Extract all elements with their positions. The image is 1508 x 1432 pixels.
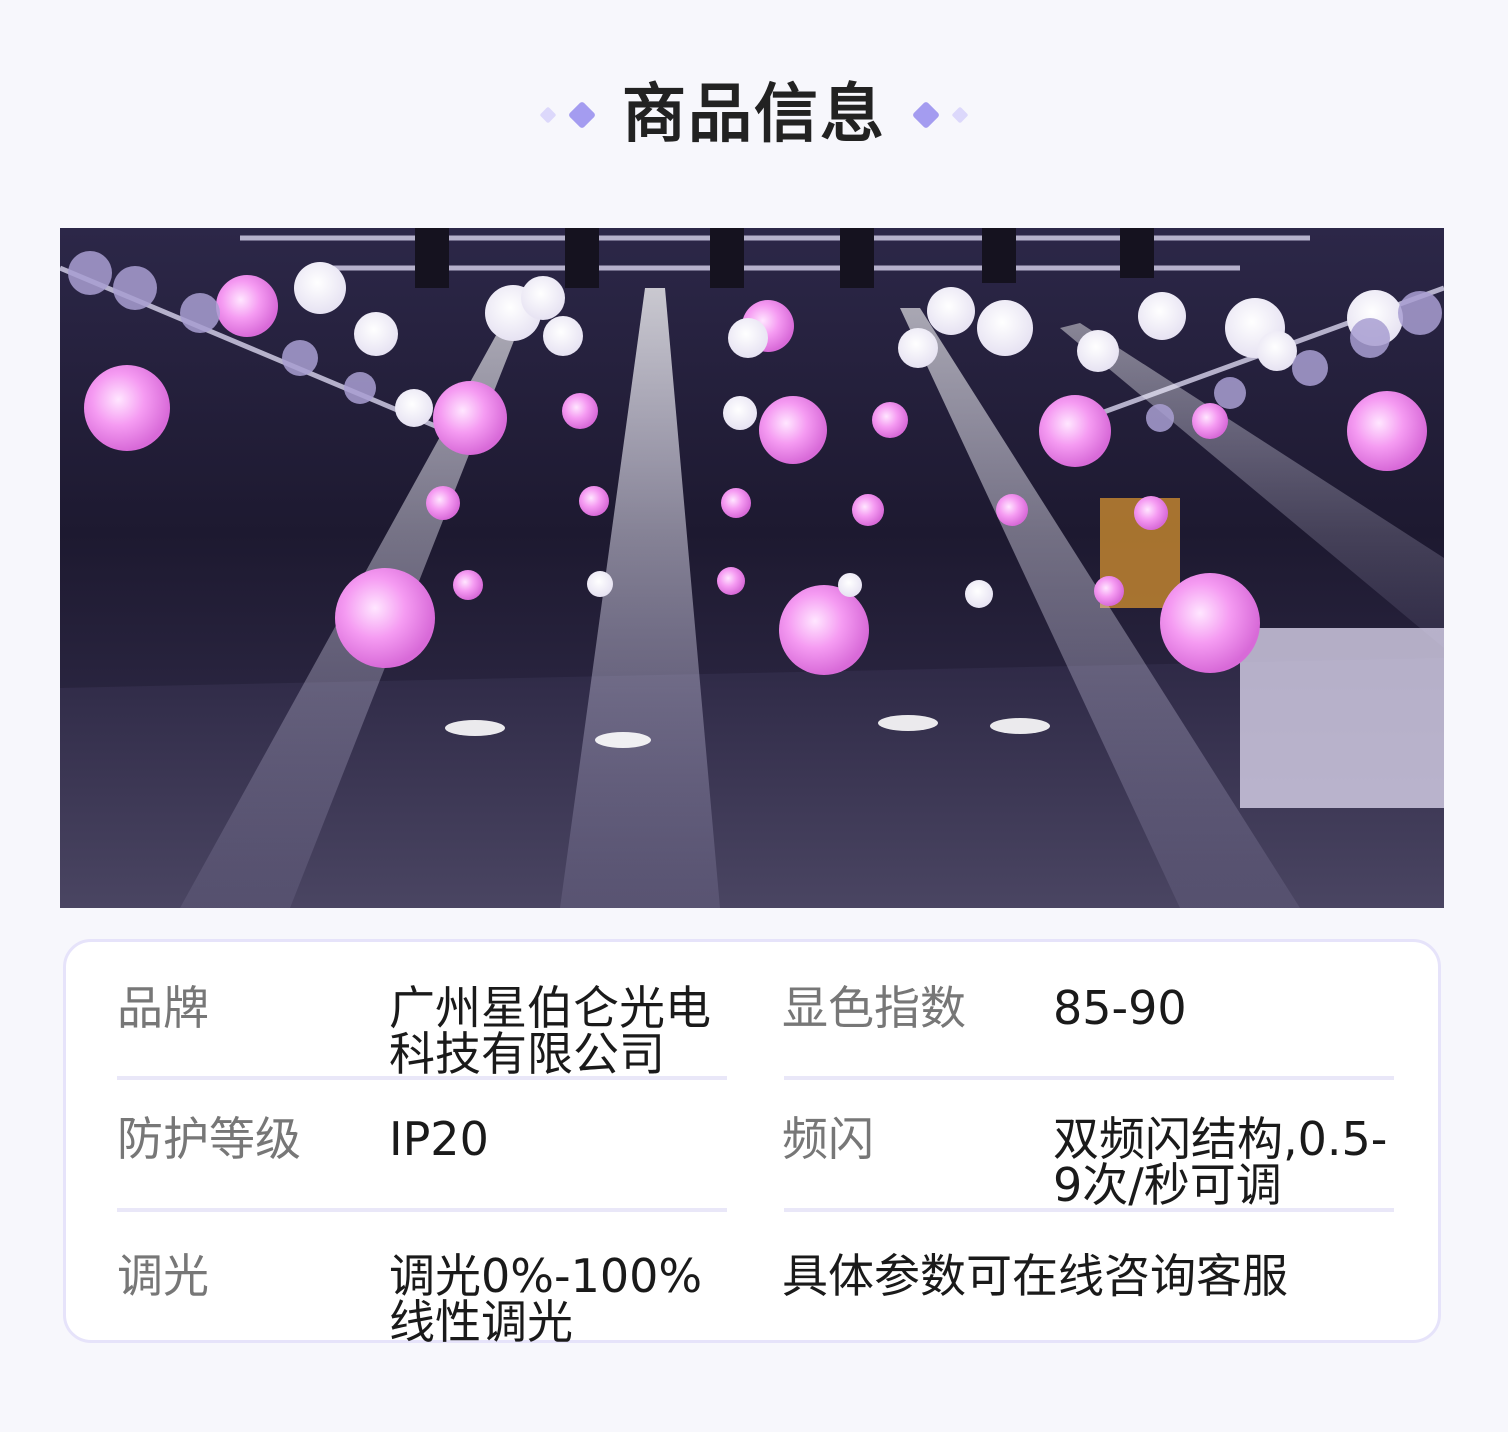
row-divider xyxy=(784,1076,1394,1080)
spec-value-brand-line2: 科技有限公司 xyxy=(389,1027,665,1081)
spec-note-consult: 具体参数可在线咨询客服 xyxy=(782,1249,1288,1303)
spec-value-dimming-line2: 线性调光 xyxy=(389,1295,573,1349)
row-divider xyxy=(117,1076,727,1080)
page-title: 商品信息 xyxy=(622,78,886,152)
spec-label-ip: 防护等级 xyxy=(117,1112,301,1166)
spec-value-ip: IP20 xyxy=(389,1112,489,1166)
spec-value-flicker-line2: 9次/秒可调 xyxy=(1053,1158,1282,1212)
spec-label-dimming: 调光 xyxy=(117,1249,209,1303)
product-photo-illustration xyxy=(60,228,1444,908)
diamond-decoration-right xyxy=(911,100,969,130)
spec-card: 品牌 广州星伯仑光电 科技有限公司 显色指数 85-90 防护等级 IP20 频… xyxy=(63,939,1441,1349)
spec-value-flicker-line1: 双频闪结构,0.5- xyxy=(1053,1112,1388,1166)
spec-label-cri: 显色指数 xyxy=(782,981,966,1035)
spec-label-brand: 品牌 xyxy=(117,981,209,1035)
spec-label-flicker: 频闪 xyxy=(782,1112,874,1166)
spec-value-brand-line1: 广州星伯仑光电 xyxy=(389,981,711,1035)
diamond-icon xyxy=(911,100,941,130)
row-divider xyxy=(784,1208,1394,1212)
section-header: 商品信息 xyxy=(0,70,1508,160)
product-photo xyxy=(60,228,1444,908)
diamond-icon xyxy=(567,100,597,130)
spec-value-dimming-line1: 调光0%-100% xyxy=(389,1249,703,1303)
diamond-icon xyxy=(951,106,969,124)
diamond-decoration-left xyxy=(539,100,597,130)
diamond-icon xyxy=(539,106,557,124)
row-divider xyxy=(117,1208,727,1212)
spec-value-cri: 85-90 xyxy=(1053,981,1187,1035)
